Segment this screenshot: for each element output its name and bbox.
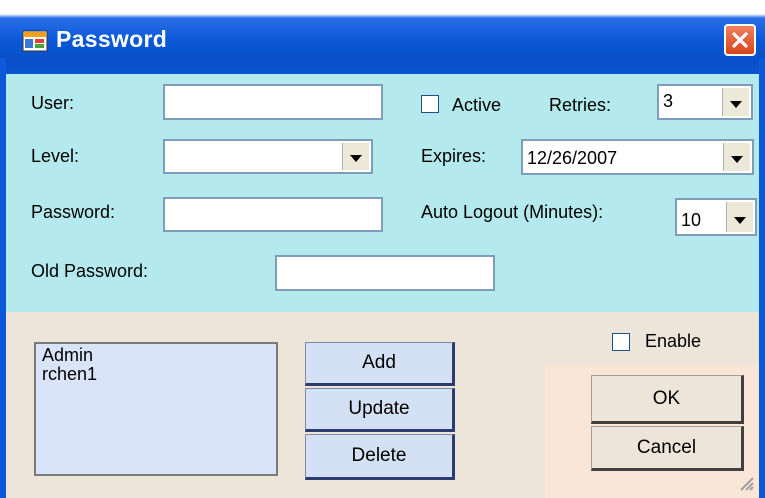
chevron-down-icon [350,155,362,162]
chevron-down-icon [734,217,746,224]
cancel-button[interactable]: Cancel [591,426,744,471]
enable-checkbox[interactable] [612,333,630,351]
auto-logout-value: 10 [681,210,702,230]
delete-button[interactable]: Delete [305,434,455,480]
expires-label: Expires: [421,146,487,166]
active-label: Active [452,95,502,115]
expires-dropdown-button[interactable] [723,143,750,171]
users-listbox[interactable]: Admin rchen1 [34,342,278,476]
password-input[interactable] [165,199,381,230]
expires-value: 12/26/2007 [527,148,618,168]
chevron-down-icon [730,101,742,108]
user-field[interactable] [163,84,383,120]
password-label: Password: [31,202,116,222]
auto-logout-select[interactable]: 10 [675,198,757,236]
expires-date-picker[interactable]: 12/26/2007 [521,139,754,175]
password-field[interactable] [163,197,383,232]
chevron-down-icon [731,156,743,163]
update-button[interactable]: Update [305,388,455,432]
app-window-icon [22,30,48,52]
old-password-label: Old Password: [31,261,149,281]
list-item-rchen1[interactable]: rchen1 [36,365,276,384]
retries-dropdown-button[interactable] [722,88,749,116]
add-button[interactable]: Add [305,342,455,386]
auto-logout-dropdown-button[interactable] [726,202,753,232]
close-button[interactable] [724,24,756,56]
auto-logout-label: Auto Logout (Minutes): [421,202,604,222]
resize-grip-icon[interactable] [735,472,755,492]
old-password-input[interactable] [277,257,493,289]
retries-select[interactable]: 3 [657,84,753,120]
list-item-admin[interactable]: Admin [36,346,276,365]
level-dropdown-button[interactable] [342,143,369,170]
level-label: Level: [31,146,80,166]
retries-label: Retries: [549,95,612,115]
close-icon [732,32,748,48]
user-input[interactable] [165,86,381,118]
user-label: User: [31,93,75,113]
old-password-field[interactable] [275,255,495,291]
level-select[interactable] [163,139,373,174]
active-checkbox[interactable] [421,95,439,113]
enable-label: Enable [645,331,702,351]
title-bar[interactable]: Password [0,0,765,84]
window-frame-right [759,58,765,498]
window-title: Password [56,26,168,52]
password-dialog: Password User: Active Retries: 3 Level: … [0,0,765,498]
ok-button[interactable]: OK [591,375,744,424]
retries-value: 3 [663,91,674,111]
